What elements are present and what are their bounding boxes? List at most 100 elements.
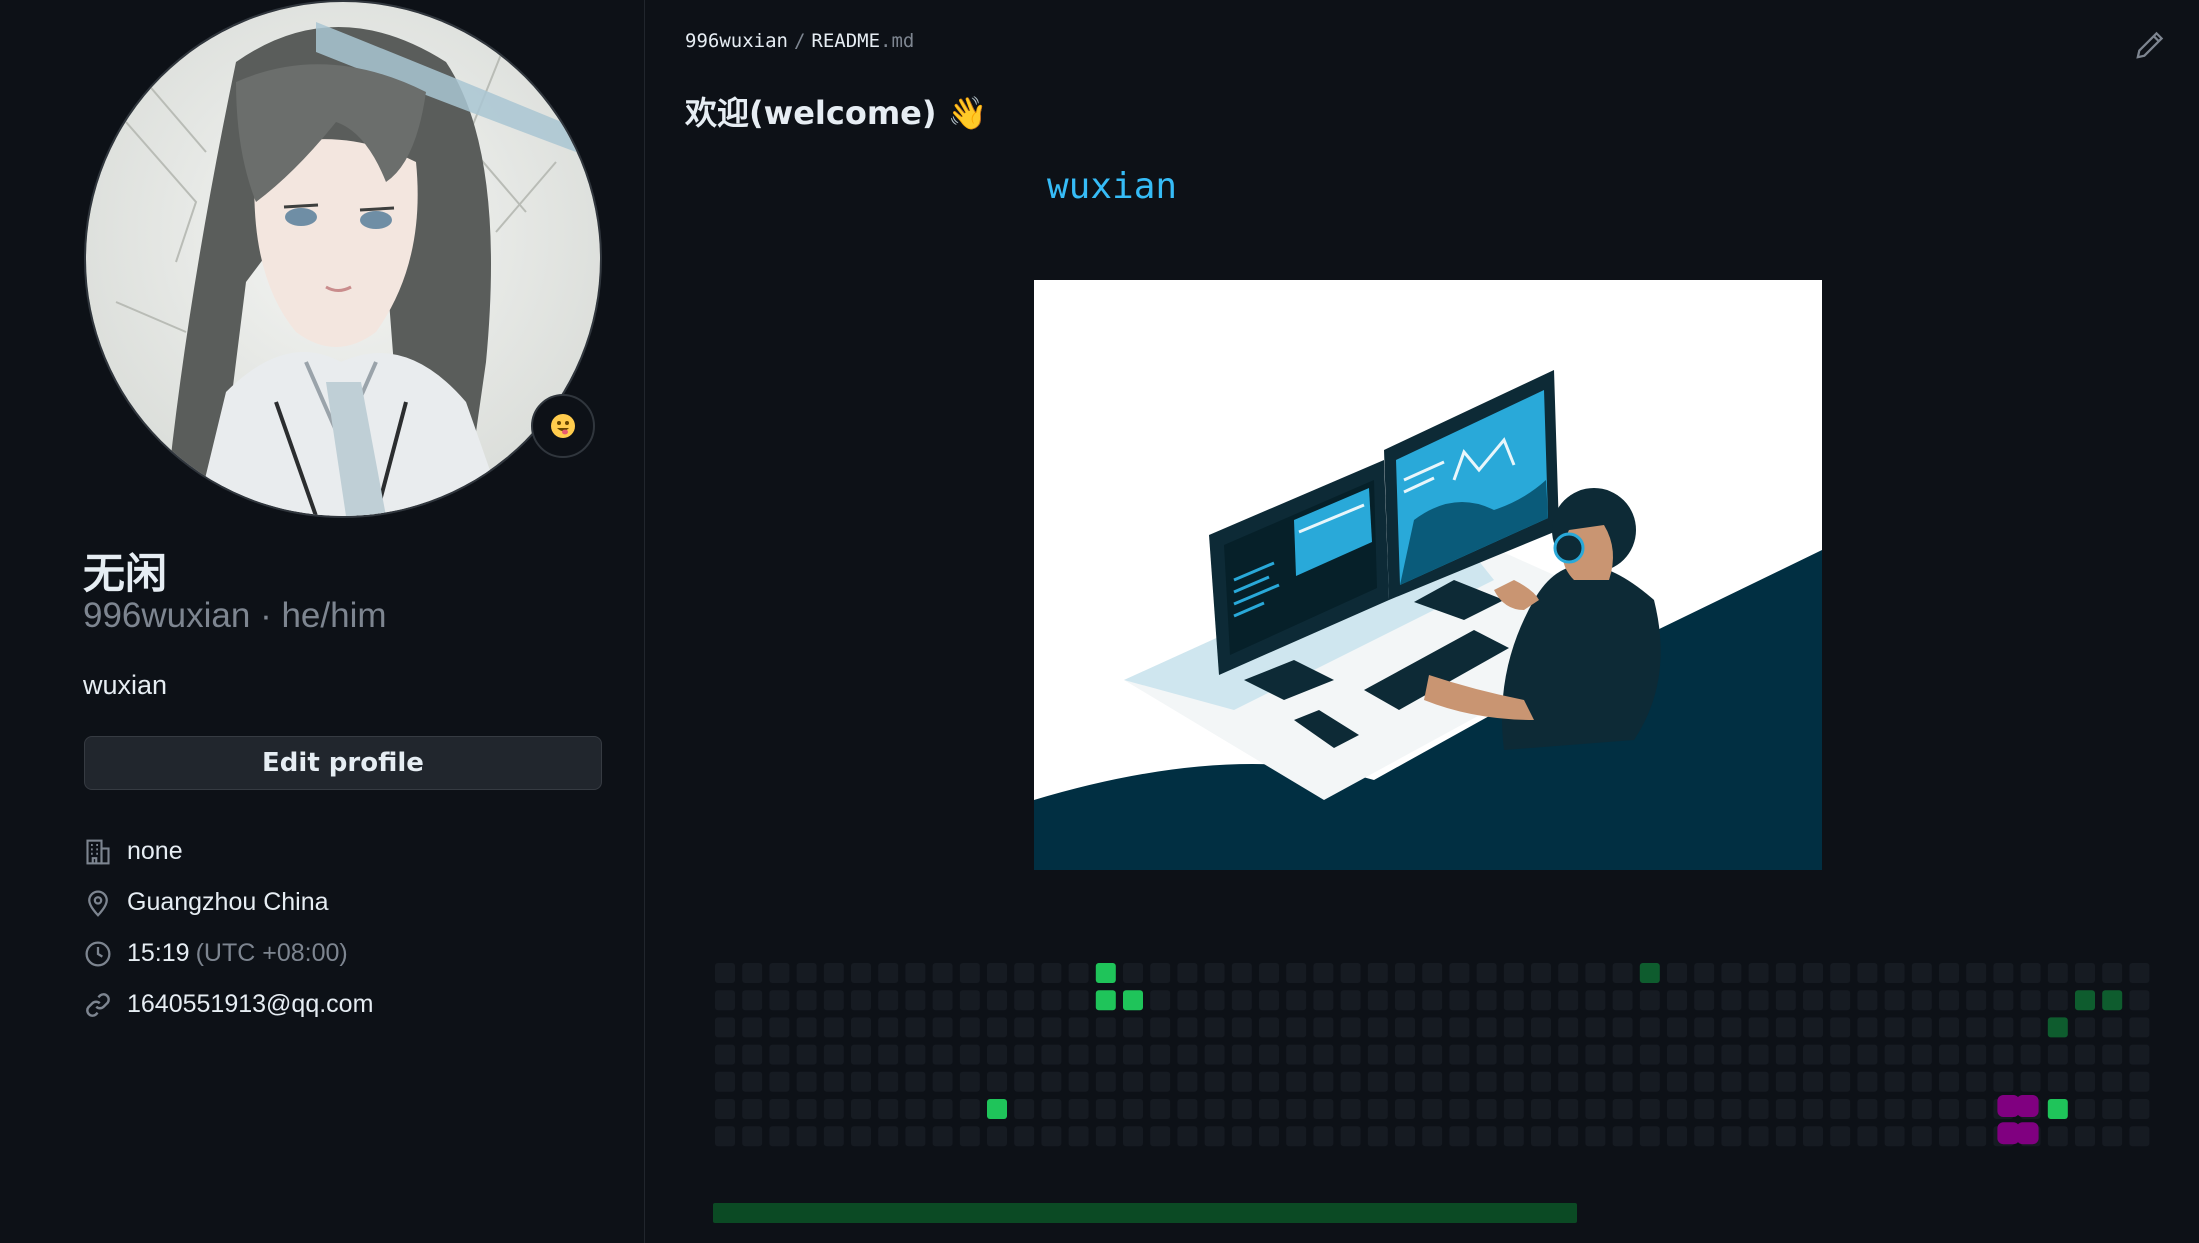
contribution-cell (1177, 963, 1198, 983)
pencil-icon[interactable] (2135, 30, 2165, 60)
contribution-cell (1286, 1071, 1307, 1092)
contribution-cell (1286, 1017, 1307, 1038)
contribution-cell (1150, 963, 1171, 983)
contribution-cell (1939, 1099, 1959, 1119)
contribution-cell (1939, 990, 1959, 1011)
contribution-cell (1966, 990, 1987, 1011)
detail-email-link[interactable]: 1640551913@qq.com (127, 990, 373, 1019)
contribution-cell (1123, 963, 1143, 983)
contribution-cell (1449, 963, 1470, 983)
contribution-cell (1857, 1099, 1878, 1119)
contribution-cell (1993, 990, 2014, 1011)
breadcrumb: 996wuxian / README.md (685, 30, 914, 52)
contribution-cell (769, 1126, 790, 1147)
contribution-cell (1068, 1071, 1089, 1092)
contribution-cell (959, 990, 980, 1011)
contribution-cell (2020, 1071, 2041, 1092)
contribution-cell (1911, 1017, 1932, 1038)
contribution-cell (1830, 1126, 1851, 1147)
contribution-cell (1531, 963, 1551, 983)
contribution-cell (1775, 1017, 1796, 1038)
contribution-cell (2129, 1099, 2150, 1119)
contribution-cell (715, 1126, 735, 1147)
contribution-cell (1476, 1017, 1497, 1038)
contribution-cell (1639, 990, 1660, 1011)
contribution-cell (878, 963, 899, 983)
contribution-cell (742, 1071, 763, 1092)
contribution-cell (1068, 963, 1089, 983)
smiley-icon (551, 414, 575, 438)
contribution-cell (715, 990, 735, 1011)
contribution-cell (1503, 1126, 1524, 1147)
contribution-cell (905, 990, 926, 1011)
contribution-cell (1177, 1126, 1198, 1147)
contribution-cell (1177, 1071, 1198, 1092)
contribution-cell (823, 990, 844, 1011)
contribution-cell (1395, 1017, 1415, 1038)
link-icon (83, 990, 113, 1020)
contribution-cell (1204, 1126, 1225, 1147)
contribution-cell (1123, 1126, 1143, 1147)
contribution-cell (742, 1099, 763, 1119)
contribution-cell (1476, 990, 1497, 1011)
contribution-cell (932, 963, 953, 983)
contribution-cell (1966, 1044, 1987, 1065)
contribution-cell (1313, 1099, 1334, 1119)
contribution-cell (1939, 963, 1959, 983)
breadcrumb-owner-link[interactable]: 996wuxian (685, 30, 788, 52)
contribution-cell (1041, 1071, 1062, 1092)
contribution-cell-active (2047, 1099, 2068, 1119)
contribution-cell (1095, 1126, 1116, 1147)
contribution-cell (1667, 1099, 1687, 1119)
contribution-cell (1911, 1099, 1932, 1119)
status-emoji-button[interactable] (531, 394, 595, 458)
contribution-cell (1422, 1099, 1443, 1119)
contribution-cell (1340, 1126, 1361, 1147)
contribution-cell (1123, 1044, 1143, 1065)
contribution-cell (2129, 990, 2150, 1011)
contribution-cell (1966, 1071, 1987, 1092)
contribution-cell (715, 1071, 735, 1092)
contribution-cell (1667, 963, 1687, 983)
contribution-cell (1449, 1044, 1470, 1065)
contribution-cell (1041, 990, 1062, 1011)
contribution-cell (1231, 1099, 1252, 1119)
avatar[interactable] (84, 0, 602, 518)
contribution-cell (1367, 990, 1388, 1011)
contribution-cell-active (1095, 990, 1116, 1011)
contribution-cell (1694, 1044, 1715, 1065)
contribution-cell (769, 1017, 790, 1038)
contribution-cell (1014, 1126, 1035, 1147)
contribution-cell (796, 963, 817, 983)
contribution-cell (1014, 1071, 1035, 1092)
contribution-cell (715, 1099, 735, 1119)
contribution-cell (1476, 1071, 1497, 1092)
profile-display-name: 无闲 (83, 549, 168, 598)
contribution-cell (769, 963, 790, 983)
contribution-cell (1422, 1017, 1443, 1038)
contribution-cell (1993, 1017, 2014, 1038)
edit-profile-button[interactable]: Edit profile (84, 736, 602, 790)
contribution-cell (1231, 1017, 1252, 1038)
contribution-cell (851, 1099, 871, 1119)
contribution-cell (1639, 1017, 1660, 1038)
contribution-cell (1639, 1044, 1660, 1065)
contribution-cell (1395, 1099, 1415, 1119)
contribution-cell (1095, 1071, 1116, 1092)
contribution-cell (1803, 1017, 1823, 1038)
contribution-cell (1775, 1126, 1796, 1147)
contribution-cell (1585, 1126, 1606, 1147)
contribution-cell (1340, 1017, 1361, 1038)
breadcrumb-file-ext: .md (880, 30, 915, 52)
contribution-cell (2075, 1044, 2095, 1065)
contribution-cell (1612, 1126, 1633, 1147)
contribution-cell (1041, 1126, 1062, 1147)
contribution-cell (1585, 1071, 1606, 1092)
contribution-cell (1476, 1044, 1497, 1065)
detail-email[interactable]: 1640551913@qq.com (83, 979, 623, 1030)
contribution-cell (1395, 963, 1415, 983)
contribution-grid (715, 963, 2150, 1147)
contribution-cell (932, 1044, 953, 1065)
contribution-cell (851, 963, 871, 983)
contribution-cell (1177, 990, 1198, 1011)
